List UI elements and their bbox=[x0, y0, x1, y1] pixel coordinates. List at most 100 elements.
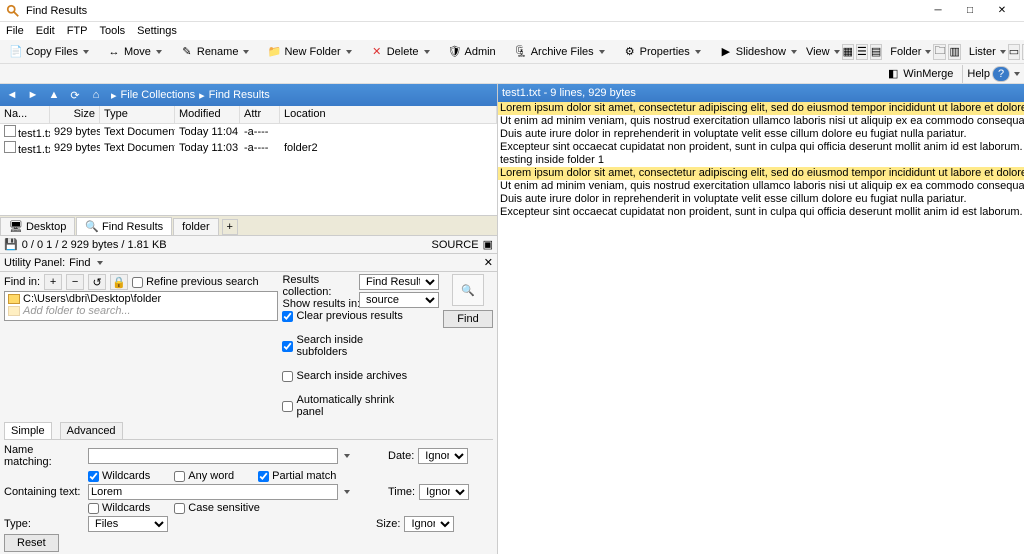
drive-icon: 💾 bbox=[4, 238, 18, 251]
containing-label: Containing text: bbox=[4, 486, 84, 498]
size-select[interactable]: Ignore bbox=[404, 516, 454, 532]
help-label[interactable]: Help bbox=[967, 68, 990, 80]
breadcrumb-1[interactable]: File Collections bbox=[121, 89, 196, 101]
archives-checkbox[interactable]: Search inside archives bbox=[282, 370, 415, 382]
col-size[interactable]: Size bbox=[50, 106, 100, 123]
partial-checkbox[interactable]: Partial match bbox=[258, 470, 336, 482]
menu-tools[interactable]: Tools bbox=[99, 25, 125, 37]
slideshow-button[interactable]: ▶Slideshow bbox=[714, 42, 802, 62]
reset-folders-button[interactable]: ↺ bbox=[88, 274, 106, 290]
chevron-down-icon bbox=[83, 50, 89, 54]
search-folders-list[interactable]: C:\Users\dbri\Desktop\folder Add folder … bbox=[4, 291, 278, 321]
col-name[interactable]: Na... bbox=[0, 106, 50, 123]
close-panel-icon[interactable]: ✕ bbox=[484, 256, 493, 269]
date-label: Date: bbox=[388, 450, 414, 462]
advanced-tab[interactable]: Advanced bbox=[60, 422, 123, 439]
tab-find-results[interactable]: 🔍Find Results bbox=[76, 217, 172, 235]
tab-desktop[interactable]: 🖥Desktop bbox=[0, 217, 75, 235]
file-row[interactable]: test1.txt 929 bytesText Document Today 1… bbox=[0, 140, 497, 156]
results-collection-select[interactable]: Find Results bbox=[359, 274, 439, 290]
delete-button[interactable]: ✕Delete bbox=[365, 42, 435, 62]
window-title: Find Results bbox=[26, 5, 87, 17]
refine-checkbox[interactable]: Refine previous search bbox=[132, 276, 259, 288]
utility-mode[interactable]: Find bbox=[69, 257, 90, 269]
time-select[interactable]: Ignore bbox=[419, 484, 469, 500]
view-list-button[interactable]: ☰ bbox=[856, 44, 868, 60]
admin-button[interactable]: 🛡Admin bbox=[443, 42, 501, 62]
minimize-button[interactable]: ─ bbox=[922, 1, 954, 21]
casesens-checkbox[interactable]: Case sensitive bbox=[174, 502, 260, 514]
close-button[interactable]: ✕ bbox=[986, 1, 1018, 21]
find-button[interactable]: Find bbox=[443, 310, 493, 328]
maximize-button[interactable]: □ bbox=[954, 1, 986, 21]
tab-folder[interactable]: folder bbox=[173, 218, 219, 235]
rename-button[interactable]: ✎Rename bbox=[175, 42, 255, 62]
preview-line: Ut enim ad minim veniam, quis nostrud ex… bbox=[498, 180, 1024, 193]
nav-back-button[interactable]: ◄ bbox=[2, 86, 22, 104]
copy-files-button[interactable]: 📄Copy Files bbox=[4, 42, 94, 62]
file-row[interactable]: test1.txt 929 bytesText Document Today 1… bbox=[0, 124, 497, 140]
shrink-checkbox[interactable]: Automatically shrink panel bbox=[282, 394, 415, 418]
view-details-button[interactable]: ▤ bbox=[870, 44, 882, 60]
add-folder-button[interactable]: + bbox=[44, 274, 62, 290]
new-folder-button[interactable]: 📁New Folder bbox=[262, 42, 356, 62]
move-button[interactable]: ↔Move bbox=[102, 42, 167, 62]
find-in-label: Find in: bbox=[4, 276, 40, 288]
nav-refresh-button[interactable]: ⟳ bbox=[65, 86, 85, 104]
lister-1-button[interactable]: ▭ bbox=[1008, 44, 1020, 60]
menu-settings[interactable]: Settings bbox=[137, 25, 177, 37]
preview-body[interactable]: Lorem ipsum dolor sit amet, consectetur … bbox=[498, 102, 1024, 554]
folder-dual-button[interactable]: ▥ bbox=[948, 44, 960, 60]
wildcards-checkbox[interactable]: Wildcards bbox=[88, 470, 150, 482]
menu-ftp[interactable]: FTP bbox=[67, 25, 88, 37]
containing-input[interactable] bbox=[88, 484, 338, 500]
col-type[interactable]: Type bbox=[100, 106, 175, 123]
remove-folder-button[interactable]: − bbox=[66, 274, 84, 290]
file-list-header: Na... Size Type Modified Attr Location bbox=[0, 106, 497, 124]
folder-label: Folder bbox=[890, 46, 921, 58]
secondary-toolbar: ◧WinMerge Help ? bbox=[0, 64, 1024, 84]
nav-up-button[interactable]: ▲ bbox=[44, 86, 64, 104]
menu-file[interactable]: File bbox=[6, 25, 24, 37]
time-label: Time: bbox=[388, 486, 415, 498]
main-toolbar: 📄Copy Files ↔Move ✎Rename 📁New Folder ✕D… bbox=[0, 40, 1024, 64]
preview-title: test1.txt - 9 lines, 929 bytes bbox=[502, 87, 636, 99]
preview-header: test1.txt - 9 lines, 929 bytes ↶ ↷ ⤢ # ⚙… bbox=[498, 84, 1024, 102]
view-label: View bbox=[806, 46, 830, 58]
archive-button[interactable]: 🗜Archive Files bbox=[509, 42, 610, 62]
anyword-checkbox[interactable]: Any word bbox=[174, 470, 234, 482]
name-matching-input[interactable] bbox=[88, 448, 338, 464]
show-results-select[interactable]: source bbox=[359, 292, 439, 308]
breadcrumb-bar: ◄ ► ▲ ⟳ ⌂ ▸File Collections ▸Find Result… bbox=[0, 84, 497, 106]
wildcards2-checkbox[interactable]: Wildcards bbox=[88, 502, 150, 514]
preview-line: testing inside folder 1 bbox=[498, 154, 1024, 167]
col-location[interactable]: Location bbox=[280, 106, 497, 123]
reset-button[interactable]: Reset bbox=[4, 534, 59, 552]
folder-tree-button[interactable]: 🗀 bbox=[933, 44, 946, 60]
properties-button[interactable]: ⚙Properties bbox=[618, 42, 706, 62]
preview-line: Lorem ipsum dolor sit amet, consectetur … bbox=[498, 167, 1024, 180]
view-grid-button[interactable]: ▦ bbox=[842, 44, 854, 60]
col-attr[interactable]: Attr bbox=[240, 106, 280, 123]
type-select[interactable]: Files bbox=[88, 516, 168, 532]
menu-edit[interactable]: Edit bbox=[36, 25, 55, 37]
subfolders-checkbox[interactable]: Search inside subfolders bbox=[282, 334, 415, 358]
folder-icon bbox=[8, 294, 20, 304]
new-tab-button[interactable]: + bbox=[222, 219, 238, 235]
titlebar: Find Results ─ □ ✕ bbox=[0, 0, 1024, 22]
file-list[interactable]: Na... Size Type Modified Attr Location t… bbox=[0, 106, 497, 215]
help-icon[interactable]: ? bbox=[992, 66, 1010, 82]
simple-tab[interactable]: Simple bbox=[4, 422, 52, 439]
nav-fwd-button[interactable]: ► bbox=[23, 86, 43, 104]
breadcrumb-2[interactable]: Find Results bbox=[209, 89, 270, 101]
nav-home-button[interactable]: ⌂ bbox=[86, 86, 106, 104]
col-modified[interactable]: Modified bbox=[175, 106, 240, 123]
date-select[interactable]: Ignore bbox=[418, 448, 468, 464]
winmerge-button[interactable]: ◧WinMerge bbox=[881, 64, 958, 84]
preview-line: Excepteur sint occaecat cupidatat non pr… bbox=[498, 206, 1024, 219]
size-label: Size: bbox=[376, 518, 400, 530]
document-icon bbox=[4, 141, 16, 153]
lock-folders-button[interactable]: 🔒 bbox=[110, 274, 128, 290]
clear-results-checkbox[interactable]: Clear previous results bbox=[282, 310, 415, 322]
status-text: 0 / 0 1 / 2 929 bytes / 1.81 KB bbox=[22, 239, 167, 251]
